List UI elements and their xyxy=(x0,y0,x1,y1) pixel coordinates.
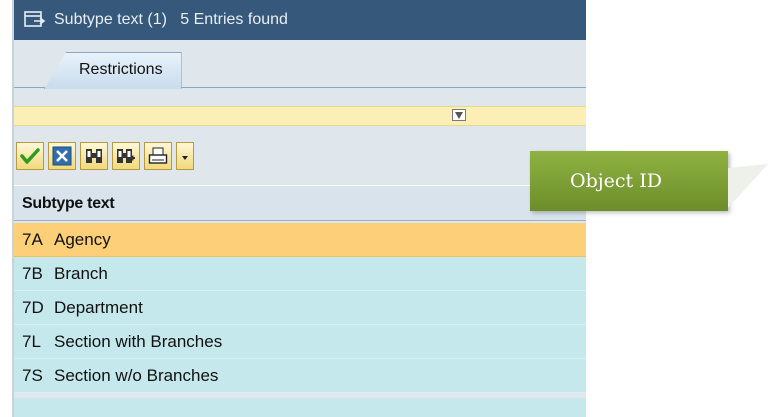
dialog-title: Subtype text (1) 5 Entries found xyxy=(54,11,288,28)
column-header-label: Subtype text xyxy=(22,195,115,212)
find-button[interactable] xyxy=(80,142,108,170)
callout-text: Object ID xyxy=(570,170,662,192)
title-bar: Subtype text (1) 5 Entries found xyxy=(14,0,586,40)
confirm-button[interactable] xyxy=(16,142,44,170)
dialog-icon xyxy=(24,11,46,27)
list-item[interactable]: 7L Section with Branches xyxy=(14,325,586,359)
list-item[interactable]: 7D Department xyxy=(14,291,586,325)
left-border xyxy=(0,0,14,417)
find-icon xyxy=(86,149,102,163)
list-item[interactable]: 7B Branch xyxy=(14,257,586,291)
find-next-icon xyxy=(117,149,135,163)
print-icon xyxy=(148,147,168,164)
item-code: 7L xyxy=(22,332,41,351)
list-empty-area xyxy=(14,398,586,417)
print-options-button[interactable] xyxy=(176,142,194,170)
list-item[interactable]: 7A Agency xyxy=(14,223,586,257)
result-list: 7A Agency 7B Branch 7D Department 7L Section… xyxy=(14,223,586,393)
tab-restrictions-label: Restrictions xyxy=(79,61,163,78)
item-label: Agency xyxy=(54,230,111,249)
column-header-subtype-text[interactable]: Subtype text xyxy=(14,185,586,221)
tab-restrictions[interactable]: Restrictions xyxy=(44,52,182,89)
restrictions-toggle-bar[interactable] xyxy=(14,106,586,126)
item-code: 7D xyxy=(22,298,44,317)
find-next-button[interactable] xyxy=(112,142,140,170)
item-label: Branch xyxy=(54,264,108,283)
cancel-icon xyxy=(52,146,72,166)
item-code: 7A xyxy=(22,230,43,249)
cancel-button[interactable] xyxy=(48,142,76,170)
item-code: 7S xyxy=(22,366,43,385)
dropdown-arrow-icon xyxy=(182,156,188,160)
item-label: Section with Branches xyxy=(54,332,223,351)
item-label: Department xyxy=(54,298,143,317)
item-label: Section w/o Branches xyxy=(54,366,219,385)
collapse-triangle-icon[interactable] xyxy=(452,109,466,121)
item-code: 7B xyxy=(22,264,43,283)
value-help-dialog: Subtype text (1) 5 Entries found Restric… xyxy=(0,0,586,417)
tab-strip: Restrictions xyxy=(14,40,586,94)
object-id-callout: Object ID xyxy=(530,151,728,211)
list-item[interactable]: 7S Section w/o Branches xyxy=(14,359,586,393)
callout-pointer-arrow xyxy=(728,164,768,208)
checkmark-icon xyxy=(20,148,40,164)
print-button[interactable] xyxy=(144,142,172,170)
toolbar xyxy=(14,138,586,174)
